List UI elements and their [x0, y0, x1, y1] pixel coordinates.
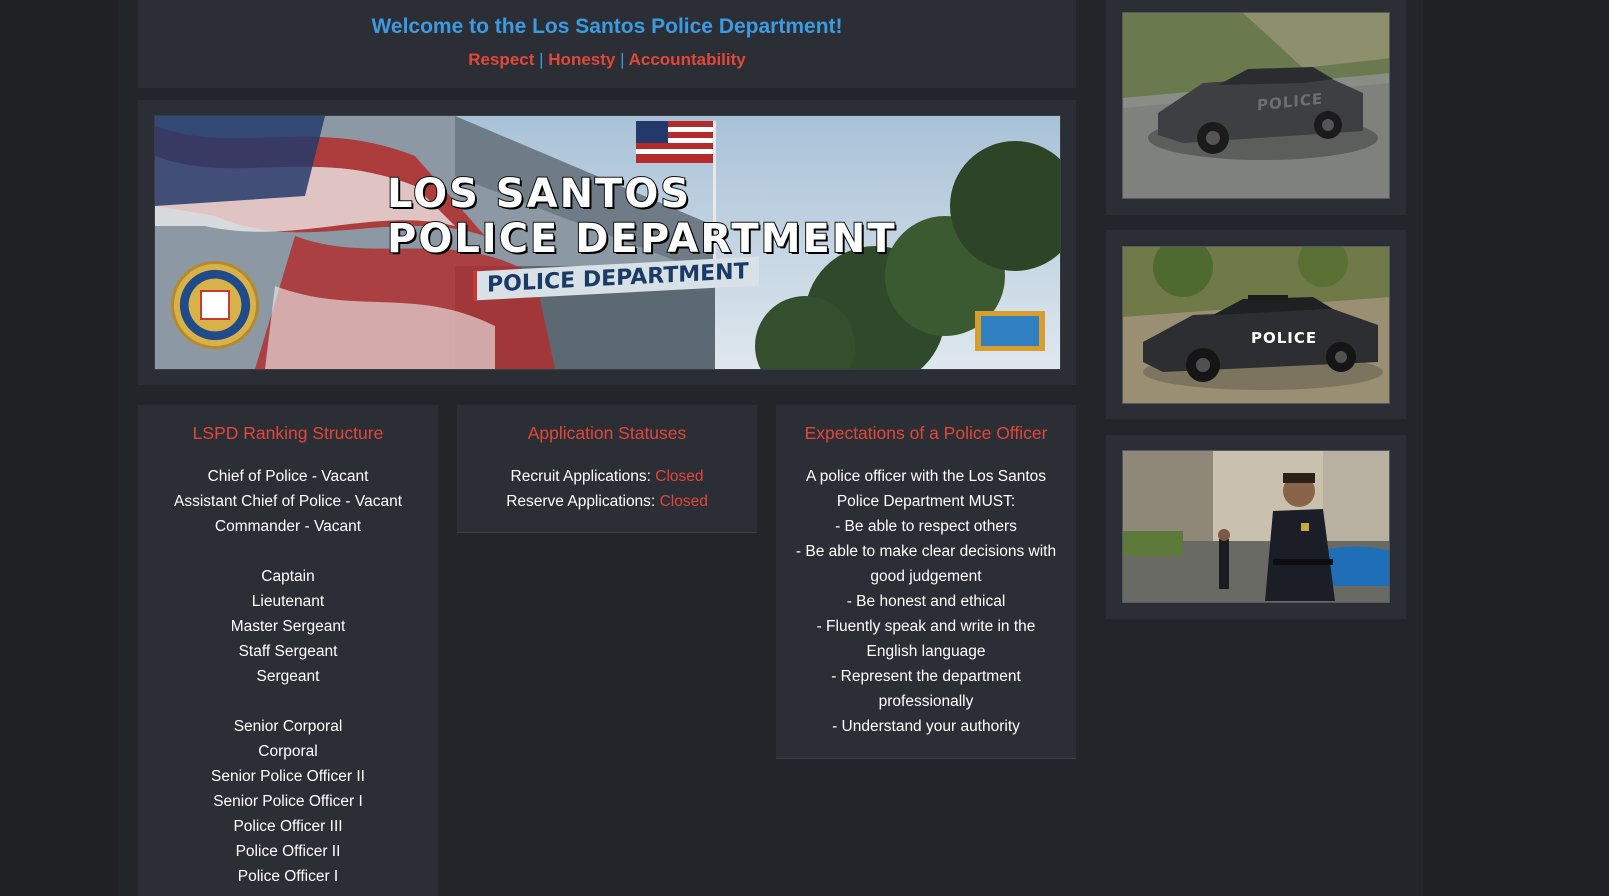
rank-item: Lieutenant	[251, 593, 325, 610]
side-image-panel-3	[1106, 435, 1406, 619]
page: Welcome to the Los Santos Police Departm…	[0, 0, 1609, 896]
rank-group-officers: Senior Corporal Corporal Senior Police O…	[138, 714, 438, 889]
rank-item: Police Officer III	[233, 818, 343, 835]
banner-title-line-1: LOS SANTOS	[386, 170, 692, 218]
seal-shield-icon	[200, 290, 230, 320]
rank-group-supervisors: Captain Lieutenant Master Sergeant Staff…	[138, 564, 438, 689]
police-car-2-scene	[1123, 247, 1389, 403]
application-list: Recruit Applications: Closed Reserve App…	[457, 464, 757, 514]
rank-item: Sergeant	[256, 668, 320, 685]
expectation-item: - Fluently speak and write in the Englis…	[816, 618, 1036, 660]
police-officer-image[interactable]	[1122, 450, 1390, 603]
police-car-image-1[interactable]: POLICE	[1122, 12, 1390, 199]
police-officer-scene	[1123, 451, 1389, 602]
expectation-intro: A police officer with the Los Santos Pol…	[805, 468, 1047, 510]
rank-item: Police Officer II	[235, 843, 341, 860]
rank-item: Corporal	[258, 743, 318, 760]
rank-item: Master Sergeant	[230, 618, 346, 635]
reserve-applications-row: Reserve Applications: Closed	[457, 489, 757, 514]
rank-item: Chief of Police - Vacant	[207, 468, 369, 485]
side-image-panel-1: POLICE	[1106, 0, 1406, 215]
expectation-item: - Understand your authority	[832, 718, 1020, 735]
city-seal-icon	[171, 261, 259, 349]
expectations-panel: Expectations of a Police Officer A polic…	[776, 405, 1076, 759]
value-separator: |	[620, 50, 625, 69]
lspd-banner-image: LOS SANTOS POLICE DEPARTMENT POLICE DEPA…	[154, 115, 1061, 370]
banner-panel: LOS SANTOS POLICE DEPARTMENT POLICE DEPA…	[138, 100, 1076, 385]
car-2-police-label: POLICE	[1251, 329, 1318, 347]
applications-title: Application Statuses	[527, 423, 687, 443]
rank-item: Captain	[261, 568, 315, 585]
rank-item: Senior Corporal	[233, 718, 343, 735]
expectations-title: Expectations of a Police Officer	[804, 423, 1048, 443]
rank-item: Senior Police Officer I	[213, 793, 363, 810]
expectation-item: - Be honest and ethical	[846, 593, 1006, 610]
side-image-panel-2: POLICE	[1106, 230, 1406, 419]
expectations-list: A police officer with the Los Santos Pol…	[776, 464, 1076, 739]
expectation-item: - Represent the department professionall…	[831, 668, 1021, 710]
application-statuses-panel: Application Statuses Recruit Application…	[457, 405, 757, 533]
expectation-item: - Be able to respect others	[835, 518, 1017, 535]
welcome-title: Welcome to the Los Santos Police Departm…	[371, 15, 843, 38]
value-separator: |	[539, 50, 544, 69]
recruit-applications-row: Recruit Applications: Closed	[457, 464, 757, 489]
rank-item: Commander - Vacant	[214, 518, 362, 535]
rank-item: Senior Police Officer II	[211, 768, 365, 785]
value-respect: Respect	[468, 50, 535, 69]
police-car-image-2[interactable]: POLICE	[1122, 246, 1390, 404]
rank-group-command: Chief of Police - Vacant Assistant Chief…	[138, 464, 438, 539]
rank-list: Chief of Police - Vacant Assistant Chief…	[138, 464, 438, 889]
reserve-applications-label: Reserve Applications:	[506, 493, 656, 510]
welcome-panel: Welcome to the Los Santos Police Departm…	[138, 0, 1076, 88]
rank-item: Police Officer I	[237, 868, 339, 885]
rank-item: Assistant Chief of Police - Vacant	[173, 493, 402, 510]
value-honesty: Honesty	[548, 50, 616, 69]
core-values: Respect | Honesty | Accountability	[138, 50, 1076, 70]
banner-title-line-2: POLICE DEPARTMENT	[386, 215, 897, 263]
ranking-title: LSPD Ranking Structure	[192, 423, 384, 443]
value-accountability: Accountability	[628, 50, 746, 69]
reserve-applications-status: Closed	[659, 493, 708, 510]
expectation-item: - Be able to make clear decisions with g…	[795, 543, 1057, 585]
recruit-applications-status: Closed	[655, 468, 704, 485]
recruit-applications-label: Recruit Applications:	[510, 468, 651, 485]
rank-item: Staff Sergeant	[238, 643, 338, 660]
ranking-structure-panel: LSPD Ranking Structure Chief of Police -…	[138, 405, 438, 896]
